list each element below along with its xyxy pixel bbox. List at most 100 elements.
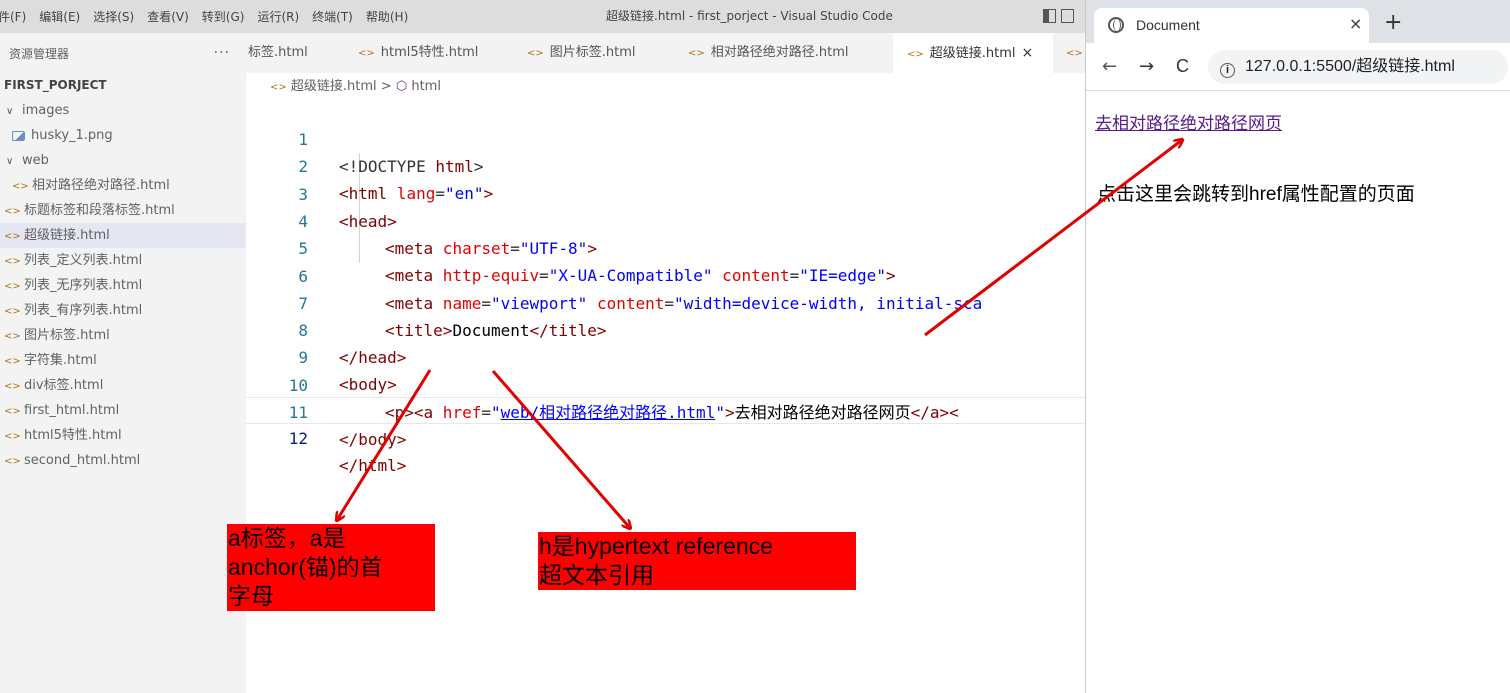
file-list-ordered[interactable]: <> 列表_有序列表.html xyxy=(0,298,246,323)
menu-file[interactable]: 件(F) xyxy=(0,8,26,25)
html-file-icon: <> xyxy=(4,306,21,317)
close-icon[interactable]: × xyxy=(1022,45,1034,61)
menu-help[interactable]: 帮助(H) xyxy=(366,8,408,25)
project-name: FIRST_PORJECT xyxy=(4,78,107,92)
file-charset[interactable]: <> 字符集.html xyxy=(0,348,246,373)
code-line: 5 <meta http-equiv="X-UA-Compatible" con… xyxy=(246,208,1085,285)
tab-image-tag[interactable]: <> 图片标签.html xyxy=(527,33,636,73)
html-file-icon: <> xyxy=(270,82,287,93)
chevron-down-icon: ∨ xyxy=(6,156,14,167)
file-list-definition[interactable]: <> 列表_定义列表.html xyxy=(0,248,246,273)
page-hyperlink[interactable]: 去相对路径绝对路径网页 xyxy=(1095,109,1282,134)
tab-html5-features[interactable]: <> html5特性.html xyxy=(358,33,478,73)
globe-icon xyxy=(1108,17,1124,33)
more-actions-icon[interactable]: ··· xyxy=(214,45,230,61)
html-file-icon: <> xyxy=(4,456,21,467)
file-first-html[interactable]: <> first_html.html xyxy=(0,398,246,423)
forward-arrow-icon[interactable]: → xyxy=(1139,56,1154,77)
page-note: 点击这里会跳转到href属性配置的页面 xyxy=(1097,184,1415,205)
new-tab-button[interactable]: + xyxy=(1384,10,1402,35)
title-bar: 件(F) 编辑(E) 选择(S) 查看(V) 转到(G) 运行(R) 终端(T)… xyxy=(0,0,1085,33)
toggle-sidebar-icon[interactable] xyxy=(1043,9,1056,23)
annotation-href: h是hypertext reference 超文本引用 xyxy=(538,532,856,590)
file-label: 超级链接.html xyxy=(24,228,110,243)
menu-view[interactable]: 查看(V) xyxy=(147,8,189,25)
tab-label: 相对路径绝对路径.html xyxy=(710,45,849,60)
annotation-line: anchor(锚)的首 xyxy=(228,554,383,580)
project-folder[interactable]: FIRST_PORJECT xyxy=(0,73,246,98)
html-file-icon: <> xyxy=(688,48,705,59)
tab-label: 标签.html xyxy=(248,45,308,60)
reload-icon[interactable]: C xyxy=(1176,56,1189,77)
close-tab-icon[interactable]: × xyxy=(1349,14,1362,33)
folder-web[interactable]: ∨ web xyxy=(0,148,246,173)
breadcrumb-file[interactable]: 超级链接.html xyxy=(291,79,377,94)
html-file-icon: <> xyxy=(907,49,924,60)
html-file-icon: <> xyxy=(527,48,544,59)
file-label: first_html.html xyxy=(24,403,120,418)
menu-terminal[interactable]: 终端(T) xyxy=(312,8,353,25)
html-file-icon: <> xyxy=(4,356,21,367)
file-label: husky_1.png xyxy=(31,128,113,143)
menu-bar: 件(F) 编辑(E) 选择(S) 查看(V) 转到(G) 运行(R) 终端(T)… xyxy=(0,0,421,33)
code-line: 7 <title>Document</title> xyxy=(246,263,1085,340)
tab-hyperlink[interactable]: <> 超级链接.html × xyxy=(893,33,1053,73)
code-line: 10 <p><a href="web/相对路径绝对路径.html">去相对路径绝… xyxy=(246,345,1085,422)
code-line: 1 <!DOCTYPE html> xyxy=(246,99,1085,176)
file-label: 列表_有序列表.html xyxy=(24,303,143,318)
file-image-tag[interactable]: <> 图片标签.html xyxy=(0,323,246,348)
file-label: 列表_无序列表.html xyxy=(24,278,143,293)
file-heading-paragraph[interactable]: <> 标题标签和段落标签.html xyxy=(0,198,246,223)
code-line: 3 <head> xyxy=(246,154,1085,231)
file-relative-path[interactable]: <> 相对路径绝对路径.html xyxy=(0,173,246,198)
html-file-icon: <> xyxy=(4,406,21,417)
info-icon[interactable]: i xyxy=(1220,63,1235,78)
tab-tag-html[interactable]: 标签.html xyxy=(248,33,308,73)
annotation-line: 超文本引用 xyxy=(539,562,654,588)
html-file-icon: <> xyxy=(12,181,29,192)
file-label: div标签.html xyxy=(24,378,104,393)
code-editor[interactable]: 1 <!DOCTYPE html> 2 <html lang="en"> 3 <… xyxy=(246,99,1085,475)
toggle-panel-icon[interactable] xyxy=(1061,9,1074,23)
editor-tabs: 标签.html <> html5特性.html <> 图片标签.html <> 相对路… xyxy=(246,33,1085,73)
menu-go[interactable]: 转到(G) xyxy=(202,8,245,25)
token: </body> xyxy=(339,430,407,449)
breadcrumb: <> 超级链接.html > ⬡ html xyxy=(270,75,441,94)
code-line: 6 <meta name="viewport" content="width=d… xyxy=(246,236,1085,313)
html-file-icon: <> xyxy=(4,331,21,342)
line-number: 12 xyxy=(288,429,308,448)
code-text: </html> xyxy=(339,452,406,479)
file-html5-features[interactable]: <> html5特性.html xyxy=(0,423,246,448)
layout-controls xyxy=(1043,9,1079,23)
annotation-a-tag: a标签，a是 anchor(锚)的首 字母 xyxy=(227,524,435,611)
menu-selection[interactable]: 选择(S) xyxy=(93,8,134,25)
address-bar[interactable]: i 127.0.0.1:5500/超级链接.html xyxy=(1208,50,1508,84)
menu-run[interactable]: 运行(R) xyxy=(257,8,299,25)
folder-label: images xyxy=(22,103,70,118)
menu-edit[interactable]: 编辑(E) xyxy=(39,8,80,25)
folder-label: web xyxy=(22,153,49,168)
html-file-icon: <> xyxy=(4,256,21,267)
window-title: 超级链接.html - first_porject - Visual Studi… xyxy=(606,9,893,23)
html-file-icon: <> xyxy=(358,48,375,59)
file-hyperlink[interactable]: <> 超级链接.html xyxy=(0,223,246,248)
url-text: 127.0.0.1:5500/超级链接.html xyxy=(1245,58,1455,75)
file-husky-png[interactable]: husky_1.png xyxy=(0,123,246,148)
code-line: 11 </body> xyxy=(246,372,1085,449)
file-list-unordered[interactable]: <> 列表_无序列表.html xyxy=(0,273,246,298)
file-label: 字符集.html xyxy=(24,353,97,368)
breadcrumb-separator: > xyxy=(380,79,392,94)
breadcrumb-node[interactable]: html xyxy=(411,79,441,94)
html-file-icon: <> xyxy=(4,281,21,292)
browser-tab[interactable]: Document × xyxy=(1094,8,1369,43)
file-second-html[interactable]: <> second_html.html xyxy=(0,448,246,473)
html-file-icon: <> xyxy=(4,206,21,217)
tab-relative-path[interactable]: <> 相对路径绝对路径.html xyxy=(688,33,849,73)
explorer-title: 资源管理器 xyxy=(9,46,70,61)
back-arrow-icon[interactable]: ← xyxy=(1102,56,1117,77)
folder-images[interactable]: ∨ images xyxy=(0,98,246,123)
browser-tab-title: Document xyxy=(1136,17,1200,33)
code-line: 8 </head> xyxy=(246,290,1085,367)
file-div-tag[interactable]: <> div标签.html xyxy=(0,373,246,398)
code-text: </body> xyxy=(339,426,406,453)
